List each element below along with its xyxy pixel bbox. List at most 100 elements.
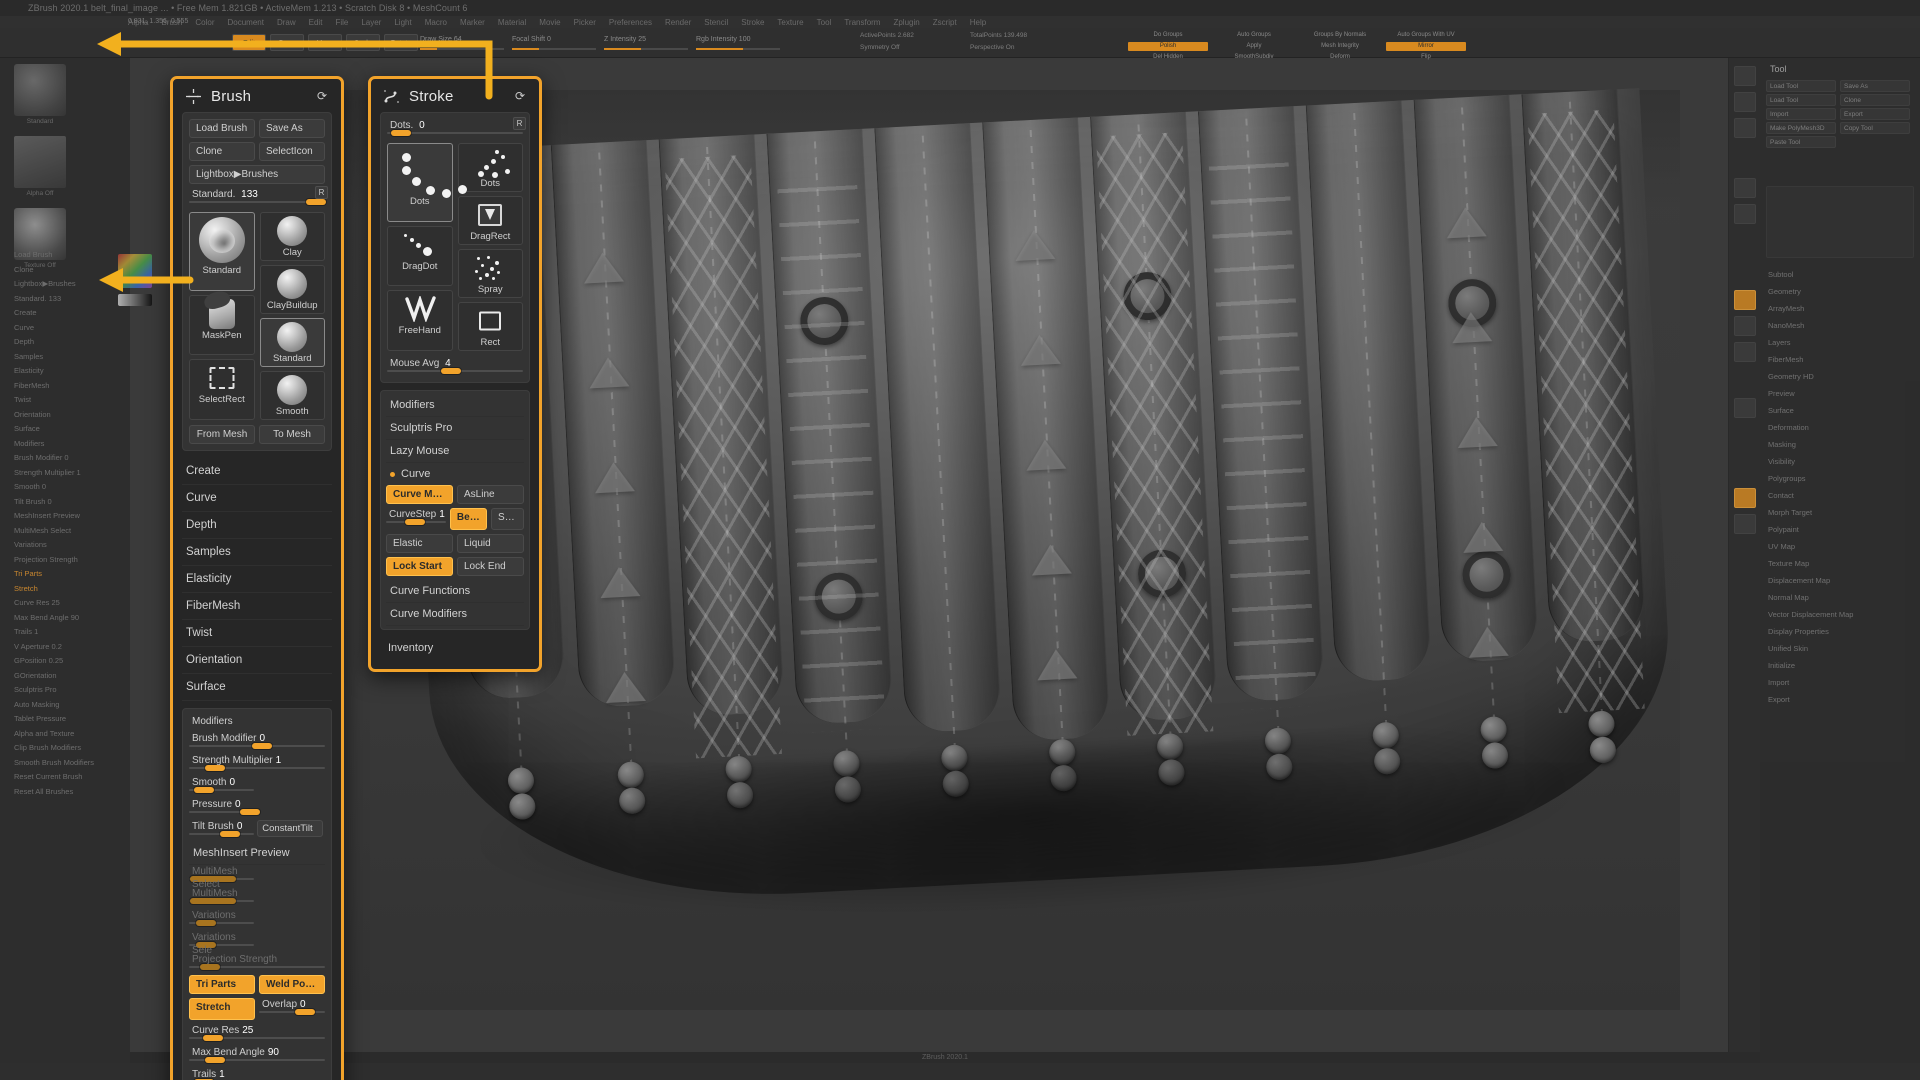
ghost-brush-item-0[interactable]: Load Brush xyxy=(14,248,122,263)
current-tool-thumb[interactable] xyxy=(14,64,66,116)
toolbar-readout-bar-0[interactable] xyxy=(420,48,504,50)
stroke-palette-body[interactable]: Dots. 0 R Dots DragDot FreeHand Dots DragRec… xyxy=(371,112,539,669)
toolbar-apply-button[interactable]: Apply xyxy=(1214,42,1294,51)
toolbar-move-button[interactable]: Move xyxy=(308,34,342,51)
toggle-lock-end[interactable]: Lock End xyxy=(457,557,524,576)
ghost-brush-item-18[interactable]: MeshInsert Preview xyxy=(14,509,122,524)
toggle-tri-parts[interactable]: Tri Parts xyxy=(189,975,255,994)
inventory-row[interactable]: Inventory xyxy=(380,637,530,659)
ghost-brush-item-7[interactable]: Samples xyxy=(14,350,122,365)
right-shelf-tool-palette[interactable]: Tool Load Tool Save As Load Tool Clone Impor… xyxy=(1760,58,1920,1063)
slider-knob[interactable] xyxy=(239,809,260,815)
rail-btn-3[interactable] xyxy=(1734,118,1756,138)
ghost-brush-item-31[interactable]: Auto Masking xyxy=(14,698,122,713)
ghost-brush-item-1[interactable]: Clone xyxy=(14,263,122,278)
slider-brush-modifier[interactable]: Brush Modifier 0 xyxy=(189,732,325,749)
ghost-brush-item-15[interactable]: Strength Multiplier 1 xyxy=(14,466,122,481)
refresh-icon[interactable]: ⟳ xyxy=(513,89,527,104)
toolbar-mirror-button[interactable]: Mirror xyxy=(1386,42,1466,51)
tool-button-save-as[interactable]: Save As xyxy=(1840,80,1910,92)
stroke-section-list[interactable]: Modifiers Sculptris Pro Lazy Mouse xyxy=(386,394,524,463)
tool-button-import[interactable]: Import xyxy=(1766,108,1836,120)
stroke-thumb-dragdot[interactable]: DragDot xyxy=(387,225,453,287)
toolbar-readout-bar-1[interactable] xyxy=(512,48,596,50)
slider-curvestep[interactable]: CurveStep 1 xyxy=(386,508,446,525)
ghost-brush-item-30[interactable]: Sculptris Pro xyxy=(14,683,122,698)
ghost-brush-item-23[interactable]: Stretch xyxy=(14,582,122,597)
rail-btn-9[interactable] xyxy=(1734,514,1756,534)
stroke-palette-header[interactable]: Stroke ⟳ xyxy=(371,79,539,112)
tool-section-geometry[interactable]: Geometry xyxy=(1768,287,1801,296)
slider-knob[interactable] xyxy=(205,765,226,771)
tool-button-copy-tool[interactable]: Copy Tool xyxy=(1840,122,1910,134)
brush-section-twist[interactable]: Twist xyxy=(182,620,332,647)
slider-knob[interactable] xyxy=(190,898,236,904)
toggle-lock-start[interactable]: Lock Start xyxy=(386,557,453,576)
ghost-brush-item-9[interactable]: FiberMesh xyxy=(14,379,122,394)
ghost-brush-item-17[interactable]: Tilt Brush 0 xyxy=(14,495,122,510)
stroke-index-slider[interactable]: Dots. 0 R xyxy=(387,117,526,136)
ghost-brush-item-10[interactable]: Twist xyxy=(14,393,122,408)
menu-item-render[interactable]: Render xyxy=(665,18,691,27)
slider-variations[interactable]: Variations xyxy=(189,909,255,926)
menu-item-tool[interactable]: Tool xyxy=(817,18,832,27)
brush-section-elasticity[interactable]: Elasticity xyxy=(182,566,332,593)
brush-index-track[interactable] xyxy=(189,201,325,203)
slider-strength-multiplier[interactable]: Strength Multiplier 1 xyxy=(189,754,325,771)
ghost-brush-item-24[interactable]: Curve Res 25 xyxy=(14,596,122,611)
lightbox-row[interactable]: Lightbox▶Brushes xyxy=(189,165,325,184)
brush-section-surface[interactable]: Surface xyxy=(182,674,332,701)
tool-button-clone[interactable]: Clone xyxy=(1840,94,1910,106)
alpha-thumb[interactable] xyxy=(14,136,66,188)
ghost-brush-item-27[interactable]: V Aperture 0.2 xyxy=(14,640,122,655)
menu-item-color[interactable]: Color xyxy=(195,18,214,27)
brush-modifiers-group[interactable]: Modifiers Brush Modifier 0 Strength Multip… xyxy=(182,708,332,1080)
tool-section-import[interactable]: Import xyxy=(1768,678,1789,687)
menu-item-texture[interactable]: Texture xyxy=(777,18,803,27)
gradient-swatch[interactable] xyxy=(118,294,152,306)
menu-item-layer[interactable]: Layer xyxy=(361,18,381,27)
slider-multimesh[interactable]: MultiMesh xyxy=(189,887,255,904)
menu-item-marker[interactable]: Marker xyxy=(460,18,485,27)
ghost-brush-item-36[interactable]: Reset Current Brush xyxy=(14,770,122,785)
slider-knob[interactable] xyxy=(205,1057,226,1063)
slider-max-bend-angle[interactable]: Max Bend Angle 90 xyxy=(189,1046,325,1063)
slider-knob[interactable] xyxy=(405,519,426,525)
toolbar-polish-button[interactable]: Polish xyxy=(1128,42,1208,51)
tool-section-texture-map[interactable]: Texture Map xyxy=(1768,559,1809,568)
tool-section-contact[interactable]: Contact xyxy=(1768,491,1794,500)
ghost-brush-item-8[interactable]: Elasticity xyxy=(14,364,122,379)
slider-pressure[interactable]: Pressure 0 xyxy=(189,798,260,815)
brush-section-samples[interactable]: Samples xyxy=(182,539,332,566)
menu-item-picker[interactable]: Picker xyxy=(574,18,596,27)
tool-button-export[interactable]: Export xyxy=(1840,108,1910,120)
rail-btn-active-2[interactable] xyxy=(1734,488,1756,508)
stroke-palette[interactable]: Stroke ⟳ Dots. 0 R Dots DragDot FreeHand Do… xyxy=(368,76,542,672)
mouse-avg-slider[interactable]: Mouse Avg 4 xyxy=(387,357,523,374)
brush-clone-selecticon-row[interactable]: Clone SelectIcon xyxy=(189,142,325,161)
brush-palette[interactable]: Brush ⟳ Load Brush Save As Clone SelectI… xyxy=(170,76,344,1080)
slider-overlap[interactable]: Overlap 0 xyxy=(259,998,325,1015)
tool-section-uv-map[interactable]: UV Map xyxy=(1768,542,1795,551)
color-picker-swatch[interactable] xyxy=(118,254,152,288)
menu-item-stencil[interactable]: Stencil xyxy=(704,18,728,27)
menu-item-draw[interactable]: Draw xyxy=(277,18,296,27)
ghost-brush-item-4[interactable]: Create xyxy=(14,306,122,321)
brush-top-group[interactable]: Load Brush Save As Clone SelectIcon Ligh… xyxy=(182,112,332,451)
menu-item-light[interactable]: Light xyxy=(394,18,411,27)
brush-thumb-clay-0[interactable]: Clay xyxy=(259,212,325,261)
toolbar-rotate-button[interactable]: Rotate xyxy=(384,34,418,51)
brush-palette-header[interactable]: Brush ⟳ xyxy=(173,79,341,112)
toggle-weld-points[interactable]: Weld Points xyxy=(259,975,325,994)
clone-button[interactable]: Clone xyxy=(189,142,255,161)
menu-item-file[interactable]: File xyxy=(335,18,348,27)
stroke-thumbnail-grid[interactable]: Dots DragDot FreeHand Dots DragRect Spray Rect xyxy=(387,143,523,351)
toolbar-draw-button[interactable]: Draw xyxy=(270,34,304,51)
toggle-curve-mode[interactable]: Curve Mode xyxy=(386,485,453,504)
ghost-brush-item-21[interactable]: Projection Strength xyxy=(14,553,122,568)
curve-section-list[interactable]: Curve Functions Curve Modifiers xyxy=(386,580,524,626)
tool-section-arraymesh[interactable]: ArrayMesh xyxy=(1768,304,1804,313)
tool-preview-block[interactable] xyxy=(1766,186,1914,258)
stroke-section-lazy-mouse[interactable]: Lazy Mouse xyxy=(386,440,524,463)
brush-section-curve[interactable]: Curve xyxy=(182,485,332,512)
